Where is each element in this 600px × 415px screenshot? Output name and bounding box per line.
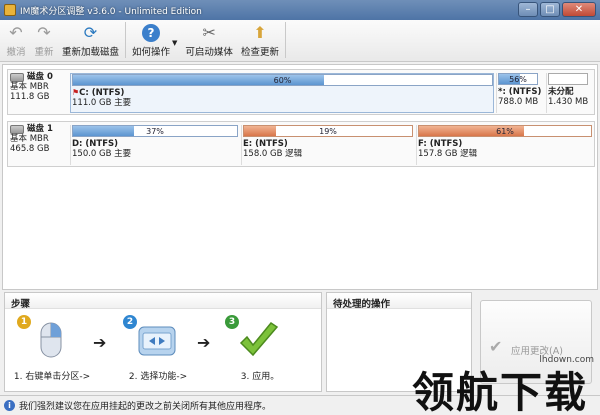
- step-caption: 2. 选择功能->: [128, 372, 188, 382]
- disk-name: 磁盘 1: [27, 124, 53, 134]
- partition-detail: 150.0 GB 主要: [72, 149, 132, 159]
- disk-name: 磁盘 0: [27, 72, 53, 82]
- usage-percent: 37%: [146, 127, 164, 136]
- partition-detail: 1.430 MB: [548, 97, 589, 107]
- partition-detail: 157.8 GB 逻辑: [418, 149, 478, 159]
- tools-icon: ✂: [202, 22, 216, 42]
- partition-detail: 111.0 GB 主要: [72, 98, 132, 108]
- usage-percent: 19%: [319, 127, 337, 136]
- hard-disk-icon: [10, 124, 24, 134]
- partition-detail: 158.0 GB 逻辑: [243, 149, 303, 159]
- step-number: 2: [123, 315, 137, 329]
- info-icon: i: [4, 400, 15, 411]
- partition-name: *: (NTFS): [498, 87, 542, 97]
- how-to-button[interactable]: ? 如何操作: [128, 21, 174, 61]
- reload-icon: ⟳: [83, 22, 98, 42]
- redo-button[interactable]: ↷ 重新: [30, 21, 58, 61]
- toolbar-separator: [284, 22, 286, 58]
- step-number: 3: [225, 315, 239, 329]
- step-3: 3 3. 应用。: [215, 311, 305, 391]
- partition-e[interactable]: 19% E: (NTFS) 158.0 GB 逻辑: [241, 125, 413, 165]
- partition-name: F: (NTFS): [418, 139, 463, 149]
- steps-list: 1 1. 右键单击分区-> ➔ 2 2. 选择功能-> ➔ 3 3. 应用。: [5, 311, 323, 391]
- disk-1-label: 磁盘 1 基本 MBR 465.8 GB: [10, 124, 66, 164]
- redo-icon: ↷: [37, 22, 51, 42]
- disk-map: 磁盘 0 基本 MBR 111.8 GB 60% ⚑C: (NTFS) 111.…: [2, 64, 598, 290]
- update-icon: ⬆: [253, 22, 267, 42]
- disk-row-0[interactable]: 磁盘 0 基本 MBR 111.8 GB 60% ⚑C: (NTFS) 111.…: [7, 69, 595, 115]
- toolbar: ↶ 撤消 ↷ 重新 ⟳ 重新加载磁盘 ? 如何操作 ▼ ✂ 可启动媒体 ⬆ 检查…: [0, 20, 600, 62]
- usage-bar: 61%: [418, 125, 592, 137]
- bootable-media-button[interactable]: ✂ 可启动媒体: [181, 21, 237, 61]
- toolbar-separator: [125, 22, 127, 58]
- window-controls: – □ ✕: [518, 2, 596, 17]
- title-bar: IM魔术分区调整 v3.6.0 - Unlimited Edition – □ …: [0, 0, 600, 20]
- usage-bar: [548, 73, 588, 85]
- arrow-right-icon: ➔: [197, 333, 211, 352]
- redo-label: 重新: [34, 47, 54, 58]
- usage-bar: 19%: [243, 125, 413, 137]
- partition-function-icon: [138, 326, 176, 356]
- check-update-button[interactable]: ⬆ 检查更新: [237, 21, 283, 61]
- watermark-text: 领航下载: [412, 368, 589, 415]
- usage-bar: 56%: [498, 73, 538, 85]
- hard-disk-icon: [10, 72, 24, 82]
- step-number: 1: [17, 315, 31, 329]
- partition-d[interactable]: 37% D: (NTFS) 150.0 GB 主要: [70, 125, 238, 165]
- step-caption: 3. 应用。: [240, 372, 280, 382]
- arrow-right-icon: ➔: [93, 333, 107, 352]
- undo-icon: ↶: [9, 22, 23, 42]
- usage-percent: 61%: [496, 127, 514, 136]
- maximize-button[interactable]: □: [540, 2, 560, 17]
- status-text: 我们强烈建议您在应用挂起的更改之前关闭所有其他应用程序。: [19, 402, 272, 412]
- reload-disks-button[interactable]: ⟳ 重新加载磁盘: [58, 21, 123, 61]
- help-label: 如何操作: [132, 47, 171, 58]
- usage-bar: 60%: [72, 74, 493, 86]
- reload-label: 重新加载磁盘: [62, 47, 120, 58]
- undo-label: 撤消: [6, 47, 26, 58]
- partition-name: 未分配: [548, 87, 574, 97]
- usage-bar: 37%: [72, 125, 238, 137]
- bootable-label: 可启动媒体: [185, 47, 233, 58]
- checkmark-icon: [239, 321, 279, 357]
- app-icon: [4, 4, 16, 16]
- close-button[interactable]: ✕: [562, 2, 596, 17]
- partition-name: E: (NTFS): [243, 139, 288, 149]
- disk-type: 基本 MBR: [10, 134, 49, 144]
- disk-size: 465.8 GB: [10, 144, 50, 154]
- update-label: 检查更新: [240, 47, 279, 58]
- step-caption: 1. 右键单击分区->: [13, 372, 91, 382]
- partition-unallocated[interactable]: 未分配 1.430 MB: [546, 73, 592, 113]
- undo-button[interactable]: ↶ 撤消: [2, 21, 30, 61]
- partition-name: D: (NTFS): [72, 139, 119, 149]
- help-icon: ?: [142, 24, 161, 42]
- apply-icon: ✔: [489, 337, 503, 356]
- help-dropdown-arrow-icon[interactable]: ▼: [172, 39, 177, 47]
- mouse-icon: [40, 322, 62, 358]
- pending-title: 待处理的操作: [327, 293, 471, 310]
- step-1: 1 1. 右键单击分区->: [7, 311, 97, 391]
- step-2: 2 2. 选择功能->: [113, 311, 203, 391]
- disk-row-1[interactable]: 磁盘 1 基本 MBR 465.8 GB 37% D: (NTFS) 150.0…: [7, 121, 595, 167]
- partition-detail: 788.0 MB: [498, 97, 539, 107]
- disk-type: 基本 MBR: [10, 82, 49, 92]
- disk-0-label: 磁盘 0 基本 MBR 111.8 GB: [10, 72, 66, 112]
- partition-c[interactable]: 60% ⚑C: (NTFS) 111.0 GB 主要: [70, 73, 494, 113]
- partition-system[interactable]: 56% *: (NTFS) 788.0 MB: [496, 73, 544, 113]
- partition-f[interactable]: 61% F: (NTFS) 157.8 GB 逻辑: [416, 125, 592, 165]
- usage-percent: 56%: [509, 75, 527, 84]
- watermark: lhdown.com 领航下载: [408, 355, 598, 415]
- window-title: IM魔术分区调整 v3.6.0 - Unlimited Edition: [20, 6, 202, 17]
- usage-percent: 60%: [273, 76, 292, 85]
- partition-name: C: (NTFS): [79, 88, 125, 98]
- minimize-button[interactable]: –: [518, 2, 538, 17]
- steps-panel: 步骤 1 1. 右键单击分区-> ➔ 2 2. 选择功能-> ➔ 3 3. 应用…: [4, 292, 322, 392]
- steps-title: 步骤: [5, 293, 321, 310]
- disk-size: 111.8 GB: [10, 92, 50, 102]
